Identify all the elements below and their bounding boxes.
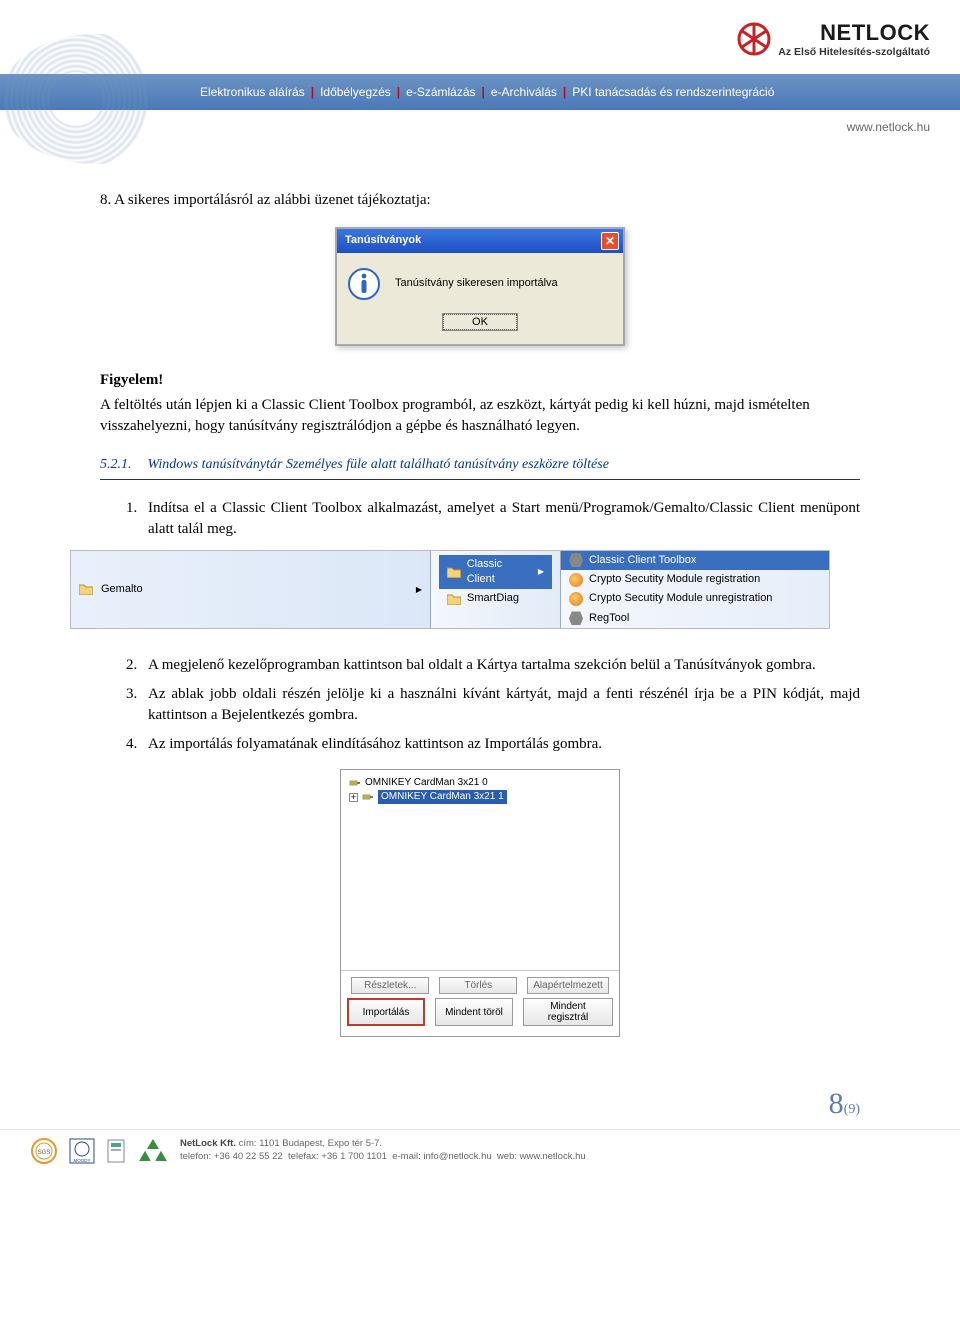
delete-button[interactable]: Törlés: [439, 977, 517, 994]
section-number: 5.2.1.: [100, 455, 132, 475]
list-item: 2.A megjelenő kezelőprogramban kattintso…: [126, 655, 860, 676]
warning-label: Figyelem!: [100, 370, 860, 391]
tree-item-selected[interactable]: OMNIKEY CardMan 3x21 1: [378, 790, 507, 804]
nav-item: Időbélyegzés: [320, 85, 391, 99]
menu-crypto-reg[interactable]: Crypto Secutity Module registration: [561, 570, 829, 589]
dialog-titlebar: Tanúsítványok ✕: [337, 229, 623, 253]
chevron-right-icon: ▶: [416, 584, 422, 595]
info-icon: [347, 267, 381, 301]
svg-text:MOODY: MOODY: [73, 1158, 90, 1163]
page-number: 8(9): [0, 1057, 960, 1129]
close-icon[interactable]: ✕: [601, 232, 619, 250]
list-item: 4.Az importálás folyamatának elindításáh…: [126, 734, 860, 755]
default-button[interactable]: Alapértelmezett: [527, 977, 608, 994]
document-body: 8. A sikeres importálásról az alábbi üze…: [0, 160, 960, 1057]
folder-icon: [447, 566, 461, 578]
reader-icon: [349, 778, 361, 788]
moody-badge-icon: MOODY: [68, 1137, 96, 1165]
app-icon: [569, 592, 583, 606]
app-icon: [569, 573, 583, 587]
success-dialog: Tanúsítványok ✕ Tanúsítvány sikeresen im…: [335, 227, 625, 346]
nav-item: PKI tanácsadás és rendszerintegráció: [572, 85, 774, 99]
section-heading: 5.2.1. Windows tanúsítványtár Személyes …: [100, 455, 860, 480]
footer-contact: NetLock Kft. cím: 1101 Budapest, Expo té…: [180, 1138, 586, 1164]
details-button[interactable]: Részletek...: [351, 977, 429, 994]
tree-item[interactable]: OMNIKEY CardMan 3x21 0: [349, 776, 611, 790]
svg-text:SGS: SGS: [38, 1150, 51, 1156]
menu-smartdiag[interactable]: SmartDiag: [439, 589, 552, 608]
warning-text: A feltöltés után lépjen ki a Classic Cli…: [100, 395, 860, 437]
nav-bar: Elektronikus aláírás| Időbélyegzés| e-Sz…: [0, 74, 960, 110]
chevron-right-icon: ▶: [538, 566, 544, 577]
step8-text: 8. A sikeres importálásról az alábbi üze…: [100, 190, 860, 211]
cert-badge-icon: [106, 1137, 126, 1165]
card-tree: OMNIKEY CardMan 3x21 0 + OMNIKEY CardMan…: [341, 770, 619, 970]
register-all-button[interactable]: Mindent regisztrál: [523, 998, 613, 1026]
app-icon: [569, 611, 583, 625]
dialog-title: Tanúsítványok: [345, 233, 421, 248]
menu-crypto-unreg[interactable]: Crypto Secutity Module unregistration: [561, 589, 829, 608]
card-reader-panel: OMNIKEY CardMan 3x21 0 + OMNIKEY CardMan…: [340, 769, 620, 1037]
sgs-badge-icon: SGS: [30, 1137, 58, 1165]
section-title-text: Windows tanúsítványtár Személyes füle al…: [148, 455, 609, 475]
nav-item: Elektronikus aláírás: [200, 85, 305, 99]
dialog-message: Tanúsítvány sikeresen importálva: [395, 276, 558, 291]
menu-classic-client[interactable]: Classic Client ▶: [439, 555, 552, 590]
panel-buttons: Részletek... Törlés Alapértelmezett Impo…: [341, 970, 619, 1036]
site-url: www.netlock.hu: [0, 110, 960, 144]
delete-all-button[interactable]: Mindent töröl: [435, 998, 513, 1026]
page-footer: SGS MOODY NetLock Kft. cím: 1101 Budapes…: [0, 1129, 960, 1180]
import-button[interactable]: Importálás: [347, 998, 425, 1026]
folder-icon: [79, 583, 93, 595]
nav-item: e-Számlázás: [406, 85, 475, 99]
folder-icon: [447, 593, 461, 605]
logo-tagline: Az Első Hitelesítés-szolgáltató: [778, 46, 930, 58]
expand-icon[interactable]: +: [349, 793, 358, 802]
ok-button[interactable]: OK: [443, 314, 517, 330]
nav-item: e-Archiválás: [491, 85, 557, 99]
page-header: NETLOCK Az Első Hitelesítés-szolgáltató …: [0, 0, 960, 160]
menu-regtool[interactable]: RegTool: [561, 609, 829, 628]
start-menu-screenshot: Gemalto ▶ Classic Client ▶ SmartDiag Cla…: [70, 550, 830, 630]
list-item: 1.Indítsa el a Classic Client Toolbox al…: [126, 498, 860, 540]
list-item: 3.Az ablak jobb oldali részén jelölje ki…: [126, 684, 860, 726]
menu-gemalto: Gemalto ▶: [71, 551, 431, 629]
recycle-icon: [136, 1136, 170, 1166]
reader-icon: [362, 792, 374, 802]
netlock-logo-icon: [734, 21, 774, 57]
instruction-list: 1.Indítsa el a Classic Client Toolbox al…: [100, 498, 860, 540]
logo-block: NETLOCK Az Első Hitelesítés-szolgáltató: [734, 20, 930, 58]
logo-name: NETLOCK: [778, 20, 930, 46]
menu-cc-toolbox[interactable]: Classic Client Toolbox: [561, 551, 829, 570]
instruction-list-cont: 2.A megjelenő kezelőprogramban kattintso…: [100, 655, 860, 755]
app-icon: [569, 553, 583, 567]
